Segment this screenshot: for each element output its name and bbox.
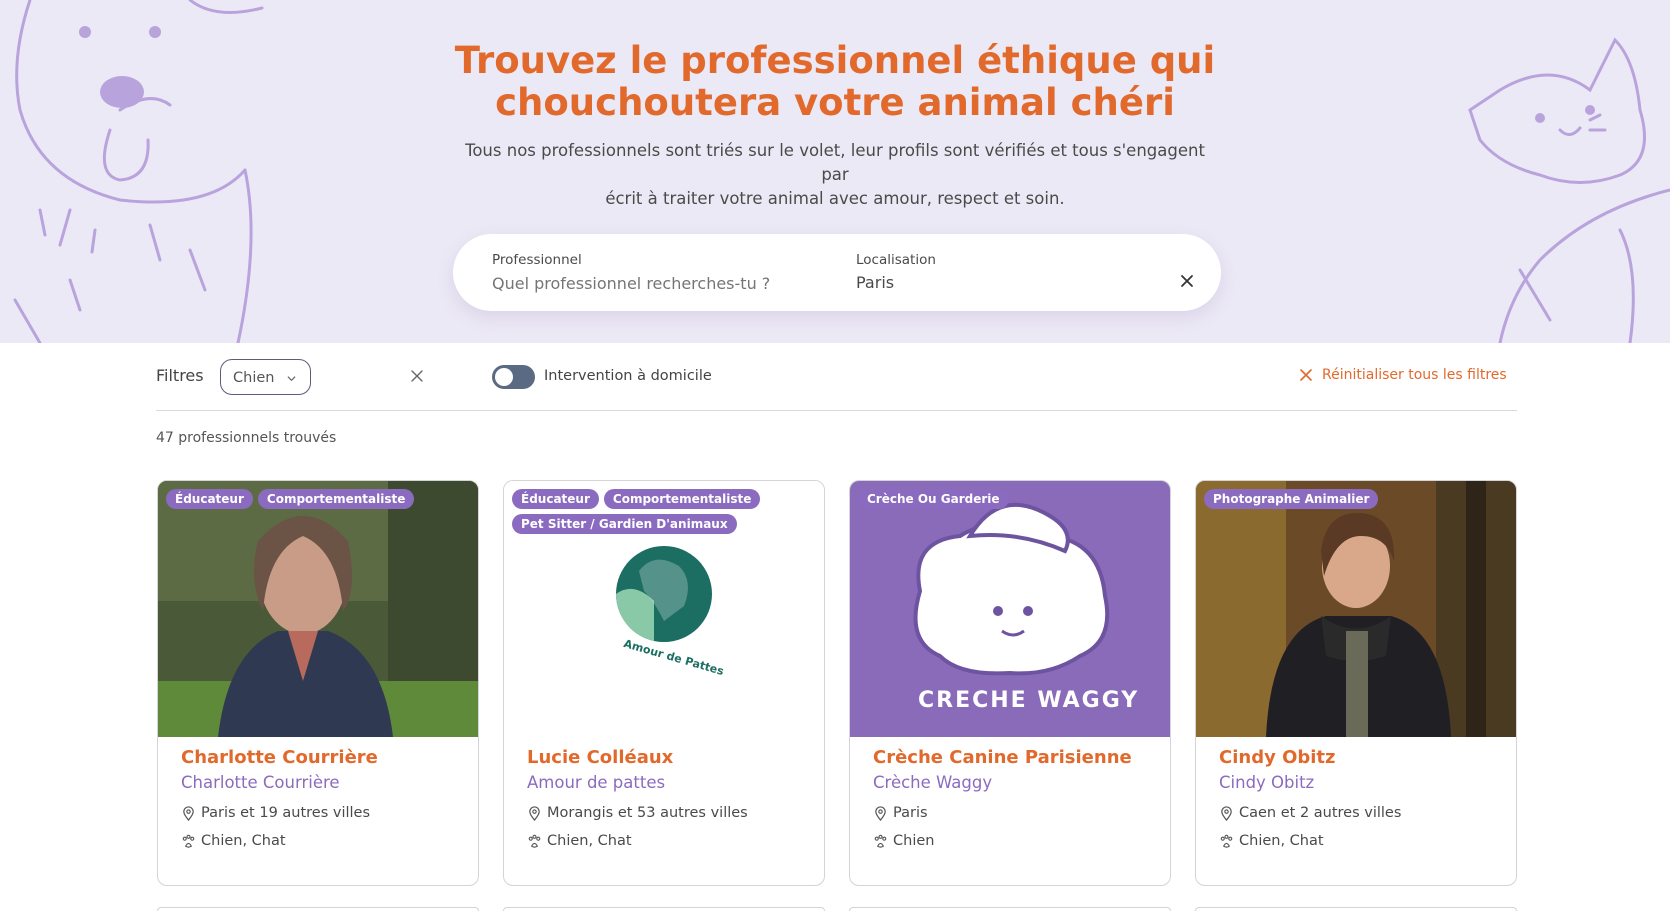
card-name[interactable]: Charlotte Courrière (181, 747, 378, 768)
card-species: Chien, Chat (527, 833, 632, 849)
location-input[interactable]: Paris (856, 273, 894, 292)
next-card-edge (503, 907, 825, 911)
professional-input[interactable] (492, 272, 822, 294)
card-location: Paris et 19 autres villes (181, 805, 370, 821)
professional-card[interactable]: Amour de Pattes Éducateur Comportemental… (503, 480, 825, 886)
card-company: Crèche Waggy (873, 773, 993, 792)
home-intervention-toggle[interactable] (492, 365, 535, 389)
card-name[interactable]: Lucie Colléaux (527, 747, 673, 768)
subtitle-line-1: Tous nos professionnels sont triés sur l… (465, 141, 1205, 184)
card-company: Cindy Obitz (1219, 773, 1315, 792)
species-select[interactable]: Chien (220, 359, 311, 395)
professional-label: Professionnel (492, 252, 582, 268)
paw-icon (182, 834, 195, 848)
card-location-text: Paris (893, 805, 928, 821)
filters-label: Filtres (156, 366, 204, 385)
hero-subtitle: Tous nos professionnels sont triés sur l… (460, 139, 1210, 211)
card-company: Charlotte Courrière (181, 773, 340, 792)
card-species: Chien (873, 833, 934, 849)
page-title: Trouvez le professionnel éthique qui cho… (0, 40, 1670, 124)
professional-card[interactable]: Photographe Animalier Cindy Obitz Cindy … (1195, 480, 1517, 886)
next-card-edge (849, 907, 1171, 911)
paw-icon (1220, 834, 1233, 848)
tag: Éducateur (512, 489, 599, 509)
location-pin-icon (183, 805, 194, 821)
professional-card[interactable]: CRECHE WAGGY Crèche Ou Garderie Crèche C… (849, 480, 1171, 886)
chevron-down-icon (287, 376, 296, 382)
divider (156, 410, 1517, 411)
location-pin-icon (1221, 805, 1232, 821)
clear-filter-icon[interactable] (409, 368, 425, 384)
card-location: Paris (873, 805, 928, 821)
location-pin-icon (875, 805, 886, 821)
card-location-text: Morangis et 53 autres villes (547, 805, 748, 821)
paw-icon (528, 834, 541, 848)
toggle-knob (495, 368, 513, 386)
tag: Éducateur (166, 489, 253, 509)
title-line-2: chouchoutera votre animal chéri (495, 81, 1175, 124)
card-location: Morangis et 53 autres villes (527, 805, 748, 821)
card-tags: Crèche Ou Garderie (858, 489, 1158, 509)
location-label: Localisation (856, 252, 936, 268)
card-species-text: Chien, Chat (1239, 833, 1324, 849)
next-card-edge (157, 907, 479, 911)
card-species: Chien, Chat (1219, 833, 1324, 849)
card-tags: Éducateur Comportementaliste (166, 489, 466, 509)
card-species: Chien, Chat (181, 833, 286, 849)
card-species-text: Chien, Chat (201, 833, 286, 849)
tag: Photographe Animalier (1204, 489, 1379, 509)
card-location-text: Paris et 19 autres villes (201, 805, 371, 821)
profile-photo (1196, 481, 1516, 737)
card-name[interactable]: Cindy Obitz (1219, 747, 1336, 768)
paw-icon (874, 834, 887, 848)
results-count: 47 professionnels trouvés (156, 430, 337, 446)
tag: Pet Sitter / Gardien D'animaux (512, 514, 737, 534)
reset-filters-button[interactable]: Réinitialiser tous les filtres (1300, 367, 1507, 383)
next-card-edge (1195, 907, 1517, 911)
subtitle-line-2: écrit à traiter votre animal avec amour,… (605, 189, 1065, 208)
card-company: Amour de pattes (527, 773, 666, 792)
reset-filters-label: Réinitialiser tous les filtres (1322, 367, 1507, 383)
card-location: Caen et 2 autres villes (1219, 805, 1401, 821)
card-name[interactable]: Crèche Canine Parisienne (873, 747, 1132, 768)
company-logo: CRECHE WAGGY (850, 481, 1170, 737)
tag: Crèche Ou Garderie (858, 489, 1009, 509)
clear-location-icon[interactable] (1177, 271, 1197, 291)
card-species-text: Chien (893, 833, 935, 849)
card-species-text: Chien, Chat (547, 833, 632, 849)
profile-photo (158, 481, 478, 737)
logo-text: CRECHE WAGGY (918, 688, 1140, 713)
home-intervention-label: Intervention à domicile (544, 368, 712, 384)
title-line-1: Trouvez le professionnel éthique qui (454, 39, 1216, 82)
close-icon (1300, 369, 1312, 381)
tag: Comportementaliste (257, 489, 415, 509)
species-select-value: Chien (233, 370, 275, 386)
card-location-text: Caen et 2 autres villes (1239, 805, 1402, 821)
tag: Comportementaliste (603, 489, 761, 509)
professional-card[interactable]: Éducateur Comportementaliste Charlotte C… (157, 480, 479, 886)
card-tags: Éducateur Comportementaliste Pet Sitter … (512, 489, 812, 534)
card-tags: Photographe Animalier (1204, 489, 1504, 509)
location-pin-icon (529, 805, 540, 821)
